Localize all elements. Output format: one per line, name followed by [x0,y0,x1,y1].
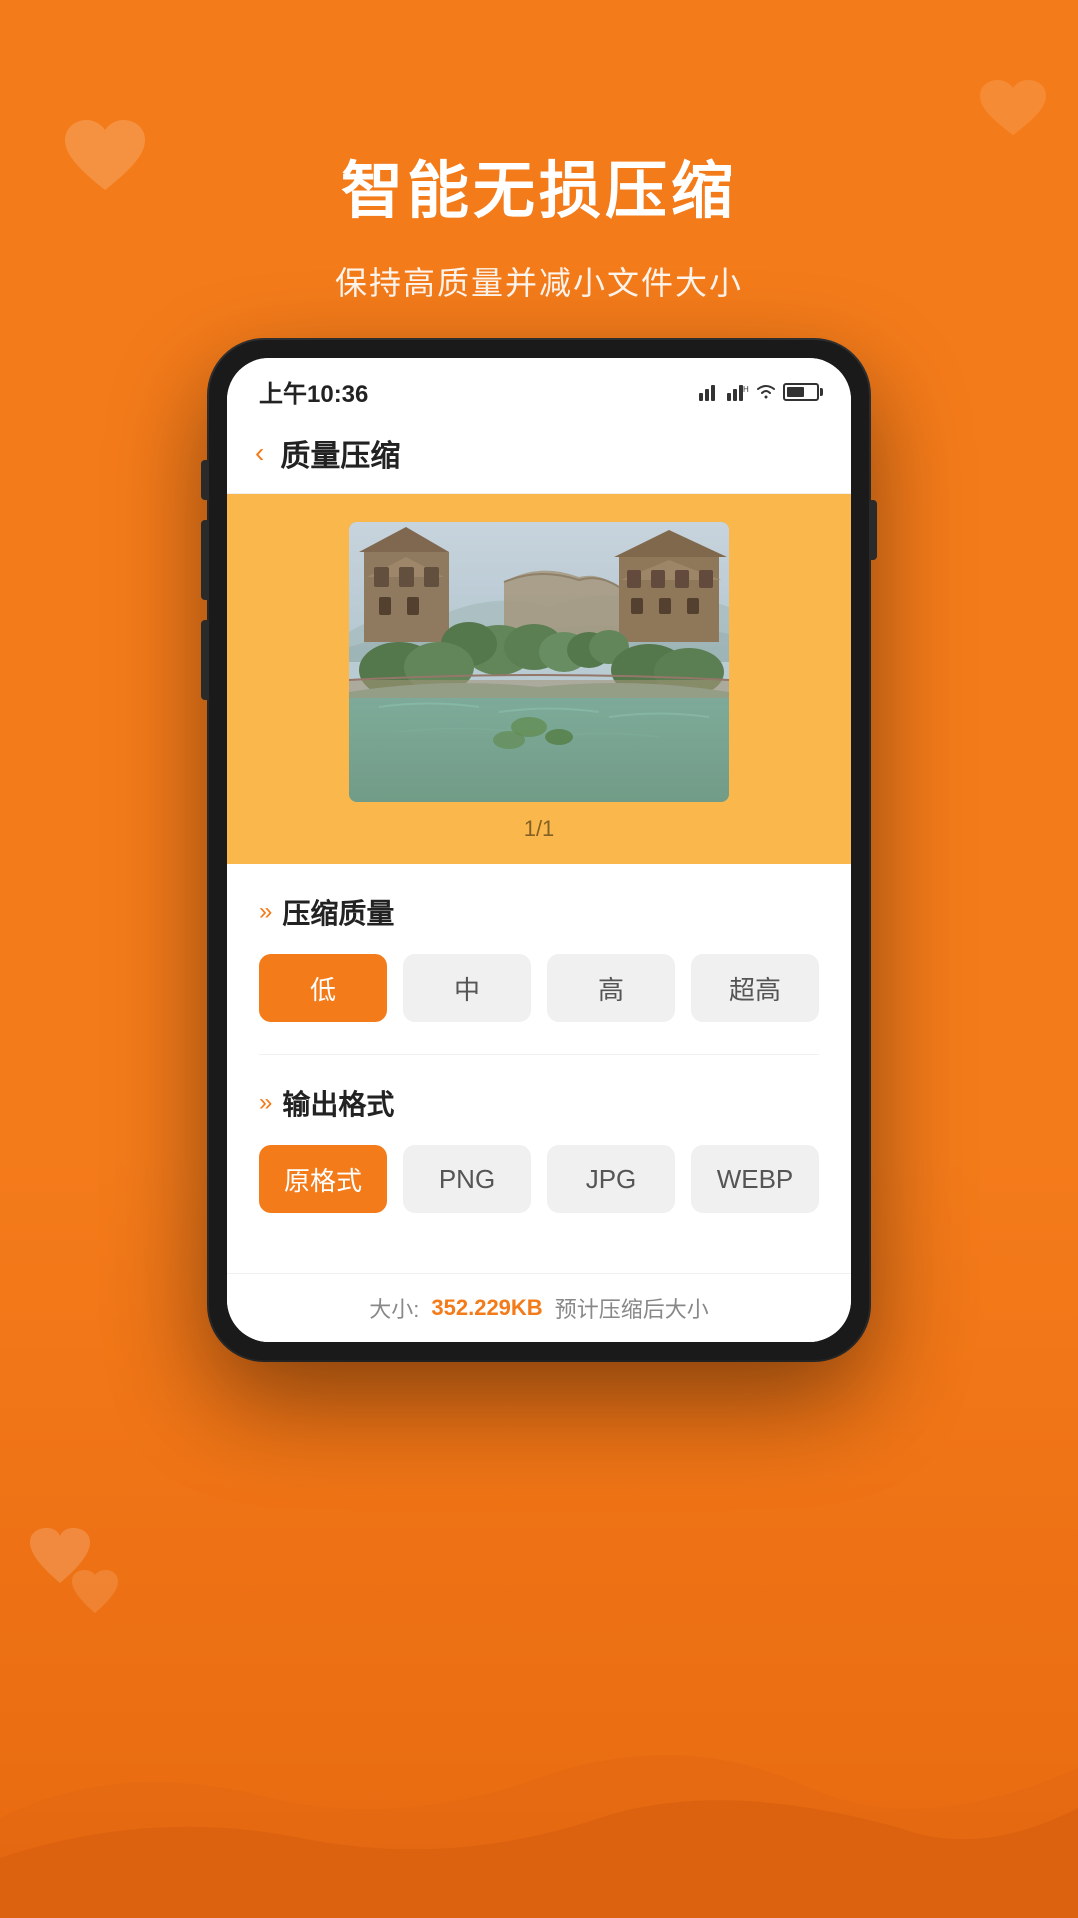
settings-panel: » 压缩质量 低 中 高 超高 » 输出格式 原格式 PNG [227,864,851,1273]
phone-mockup: 上午10:36 HD [209,340,869,1360]
signal2-icon: HD [727,383,749,401]
format-option-original[interactable]: 原格式 [259,1145,387,1213]
quality-options: 低 中 高 超高 [259,954,819,1022]
quality-option-ultra[interactable]: 超高 [691,954,819,1022]
hero-subtitle: 保持高质量并减小文件大小 [0,258,1078,304]
phone-frame: 上午10:36 HD [209,340,869,1360]
landscape-svg [349,522,729,802]
wave-decoration-icon [0,1698,1078,1918]
phone-side-button-left-1 [201,460,209,500]
bottom-bar: 大小: 352.229KB 预计压缩后大小 [227,1273,851,1342]
deco-hearts-bottom-left-icon [30,1528,130,1618]
format-option-png[interactable]: PNG [403,1145,531,1213]
phone-side-button-right [869,500,877,560]
format-options: 原格式 PNG JPG WEBP [259,1145,819,1213]
format-section-icon: » [259,1089,272,1117]
status-icons: HD [699,383,819,401]
app-header: ‹ 质量压缩 [227,417,851,494]
status-bar: 上午10:36 HD [227,358,851,417]
quality-section-title: 压缩质量 [282,892,394,932]
svg-text:HD: HD [743,385,749,394]
quality-option-high[interactable]: 高 [547,954,675,1022]
phone-side-button-left-3 [201,620,209,700]
page-indicator: 1/1 [524,816,555,842]
image-container [259,522,819,802]
battery-icon [783,383,819,401]
section-divider [259,1054,819,1055]
status-time: 上午10:36 [259,374,368,409]
hero-title: 智能无损压缩 [0,140,1078,230]
format-section-header: » 输出格式 [259,1083,819,1123]
format-option-webp[interactable]: WEBP [691,1145,819,1213]
quality-option-low[interactable]: 低 [259,954,387,1022]
format-section-title: 输出格式 [282,1083,394,1123]
quality-option-mid[interactable]: 中 [403,954,531,1022]
wifi-icon [755,383,777,401]
current-size-value: 352.229KB [431,1295,542,1321]
deco-heart-top-right-icon [978,80,1048,140]
image-preview-area: 1/1 [227,494,851,864]
preview-image[interactable] [349,522,729,802]
quality-section-header: » 压缩质量 [259,892,819,932]
back-button[interactable]: ‹ [255,437,264,469]
format-option-jpg[interactable]: JPG [547,1145,675,1213]
app-title: 质量压缩 [280,431,400,475]
phone-screen: 上午10:36 HD [227,358,851,1342]
phone-side-button-left-2 [201,520,209,600]
signal-icon [699,383,721,401]
quality-section-icon: » [259,898,272,926]
hero-section: 智能无损压缩 保持高质量并减小文件大小 [0,140,1078,304]
current-size-prefix: 大小: [369,1292,419,1324]
estimated-label: 预计压缩后大小 [555,1292,709,1324]
